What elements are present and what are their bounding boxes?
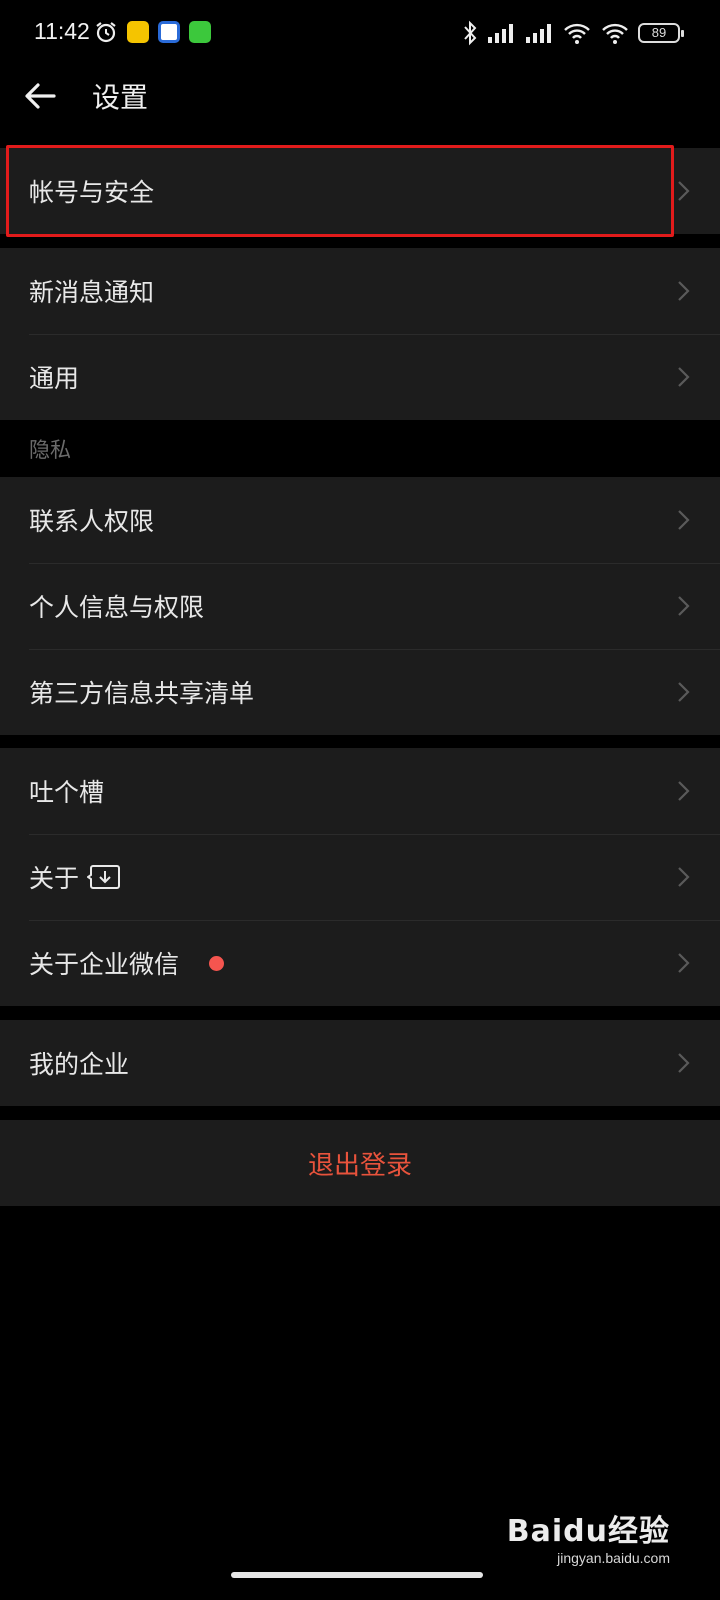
settings-item-contact-permissions[interactable]: 联系人权限 xyxy=(0,477,720,563)
bluetooth-icon xyxy=(464,20,477,46)
settings-group-enterprise: 我的企业 xyxy=(0,1020,720,1106)
chevron-right-icon xyxy=(678,682,690,702)
watermark: Baidu经验 jingyan.baidu.com xyxy=(507,1506,670,1566)
chevron-right-icon xyxy=(678,510,690,530)
settings-item-my-enterprise[interactable]: 我的企业 xyxy=(0,1020,720,1106)
settings-item-label: 帐号与安全 xyxy=(29,178,155,207)
chevron-right-icon xyxy=(678,867,690,887)
settings-group-account: 帐号与安全 xyxy=(0,148,720,234)
battery-indicator: 89 xyxy=(638,23,684,43)
settings-item-notifications[interactable]: 新消息通知 xyxy=(0,248,720,334)
app-notification-icon xyxy=(127,21,149,43)
status-left-icons xyxy=(94,20,211,44)
home-indicator[interactable] xyxy=(231,1572,483,1578)
status-bar: 11:42 89 xyxy=(0,0,720,64)
settings-item-third-party-sharing[interactable]: 第三方信息共享清单 xyxy=(0,649,720,735)
alarm-icon xyxy=(96,22,116,43)
settings-item-label: 个人信息与权限 xyxy=(29,593,205,622)
status-time: 11:42 xyxy=(34,18,90,44)
settings-item-label: 联系人权限 xyxy=(29,507,155,536)
status-right-icons: 89 xyxy=(462,20,684,46)
watermark-url: jingyan.baidu.com xyxy=(557,1550,670,1566)
settings-item-label: 我的企业 xyxy=(29,1050,130,1079)
chevron-right-icon xyxy=(678,953,690,973)
nav-bar: 设置 xyxy=(0,64,720,128)
logout-button[interactable]: 退出登录 xyxy=(0,1120,720,1206)
chevron-right-icon xyxy=(678,367,690,387)
settings-item-label: 关于企业微信 xyxy=(29,950,180,979)
settings-item-feedback[interactable]: 吐个槽 xyxy=(0,748,720,834)
section-header-privacy: 隐私 xyxy=(29,438,71,462)
chevron-right-icon xyxy=(678,596,690,616)
settings-item-label: 新消息通知 xyxy=(29,278,155,307)
chevron-right-icon xyxy=(678,1053,690,1073)
chevron-right-icon xyxy=(678,281,690,301)
settings-group-general: 新消息通知 通用 xyxy=(0,248,720,420)
watermark-logo-text: Baidu经验 xyxy=(506,1514,670,1549)
wifi-icon xyxy=(602,23,628,44)
settings-item-label: 第三方信息共享清单 xyxy=(29,679,255,708)
chevron-right-icon xyxy=(678,781,690,801)
logout-label: 退出登录 xyxy=(307,1150,412,1181)
update-download-icon xyxy=(87,865,121,889)
signal-icon xyxy=(526,24,551,43)
app-notification-icon xyxy=(189,21,211,43)
chevron-right-icon xyxy=(678,181,690,201)
settings-item-about-wecom[interactable]: 关于企业微信 xyxy=(0,920,720,1006)
settings-group-about: 吐个槽 关于 关于企业微信 xyxy=(0,748,720,1006)
settings-item-account-security[interactable]: 帐号与安全 xyxy=(0,148,720,234)
page-title: 设置 xyxy=(92,81,149,114)
settings-group-privacy: 联系人权限 个人信息与权限 第三方信息共享清单 xyxy=(0,477,720,735)
settings-item-label: 吐个槽 xyxy=(29,778,105,807)
settings-item-label: 关于 xyxy=(29,864,80,893)
back-arrow-icon xyxy=(25,83,56,109)
app-notification-icon xyxy=(158,21,180,43)
signal-icon xyxy=(488,24,513,43)
back-button[interactable] xyxy=(18,74,62,118)
settings-item-personal-info[interactable]: 个人信息与权限 xyxy=(0,563,720,649)
settings-item-general[interactable]: 通用 xyxy=(0,334,720,420)
new-badge-dot xyxy=(209,955,225,971)
settings-item-about[interactable]: 关于 xyxy=(0,834,720,920)
settings-item-label: 通用 xyxy=(29,364,80,393)
wifi-icon xyxy=(564,23,590,44)
logout-group: 退出登录 xyxy=(0,1120,720,1206)
